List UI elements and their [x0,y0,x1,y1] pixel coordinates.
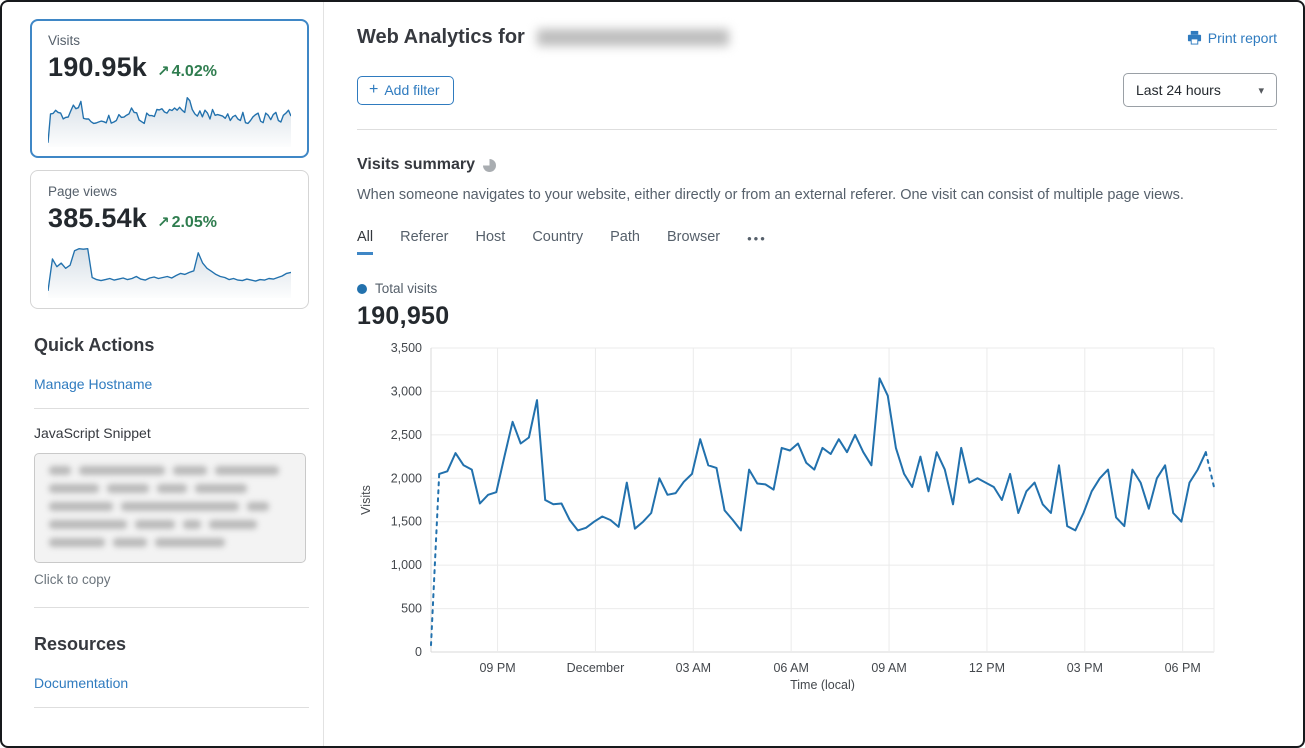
js-snippet-label: JavaScript Snippet [34,425,309,441]
legend-label: Total visits [375,281,437,296]
js-snippet-code-box[interactable] [34,453,306,563]
visits-summary-section: Visits summary When someone navigates to… [324,130,1303,696]
main-panel: Web Analytics for Print report + Add fil… [324,2,1303,746]
svg-text:03 PM: 03 PM [1067,661,1103,675]
metric-card-visits[interactable]: Visits 190.95k ↗4.02% [30,19,309,158]
chart-legend: Total visits [357,281,1277,296]
page-views-sparkline [48,240,291,298]
svg-text:December: December [567,661,625,675]
svg-text:0: 0 [415,645,422,659]
printer-icon [1187,30,1202,45]
svg-text:12 PM: 12 PM [969,661,1005,675]
total-visits-value: 190,950 [357,302,1277,331]
time-range-value: Last 24 hours [1136,82,1221,98]
tab-host[interactable]: Host [475,229,505,255]
trend-up-icon: ↗ [157,214,170,231]
main-header: Web Analytics for Print report + Add fil… [324,2,1303,130]
add-filter-button[interactable]: + Add filter [357,76,454,105]
time-range-dropdown[interactable]: Last 24 hours ▾ [1123,73,1277,107]
svg-text:03 AM: 03 AM [676,661,711,675]
help-icon[interactable] [483,159,496,172]
metric-card-page-views[interactable]: Page views 385.54k ↗2.05% [30,170,309,309]
visits-sparkline [48,89,291,147]
trend-up-icon: ↗ [157,63,170,80]
tab-browser[interactable]: Browser [667,229,720,255]
svg-text:Visits: Visits [359,485,373,515]
quick-actions-heading: Quick Actions [34,335,309,356]
documentation-link[interactable]: Documentation [34,675,309,691]
chevron-down-icon: ▾ [1258,84,1264,97]
divider [34,607,309,608]
add-filter-label: Add filter [384,82,439,98]
app-window: Visits 190.95k ↗4.02% Page views 385.54k… [0,0,1305,748]
more-tabs-icon[interactable]: ••• [747,231,767,253]
print-report-link[interactable]: Print report [1187,30,1277,46]
visits-card-change: ↗4.02% [157,62,217,81]
svg-text:09 AM: 09 AM [871,661,906,675]
svg-text:1,500: 1,500 [391,515,422,529]
visits-summary-description: When someone navigates to your website, … [357,187,1277,203]
divider [34,707,309,708]
sidebar: Visits 190.95k ↗4.02% Page views 385.54k… [2,2,324,746]
svg-text:09 PM: 09 PM [479,661,515,675]
page-views-card-value: 385.54k [48,203,147,234]
tab-country[interactable]: Country [532,229,583,255]
print-report-label: Print report [1208,30,1277,46]
tab-referer[interactable]: Referer [400,229,448,255]
tab-path[interactable]: Path [610,229,640,255]
page-views-card-label: Page views [48,184,291,199]
visits-chart[interactable]: 0 500 1,000 1,500 2,000 2,500 3,000 3,500 09 PM D… [357,341,1225,691]
plus-icon: + [369,82,378,98]
redacted-domain [537,29,729,46]
svg-text:06 PM: 06 PM [1165,661,1201,675]
dimension-tabs: All Referer Host Country Path Browser ••… [357,229,1277,255]
svg-text:2,500: 2,500 [391,428,422,442]
page-views-card-change: ↗2.05% [157,213,217,232]
svg-text:500: 500 [401,602,422,616]
page-title: Web Analytics for [357,26,729,49]
svg-text:3,000: 3,000 [391,384,422,398]
visits-card-label: Visits [48,33,291,48]
resources-heading: Resources [34,634,309,655]
svg-text:Time (local): Time (local) [790,678,855,691]
tab-all[interactable]: All [357,229,373,255]
svg-text:3,500: 3,500 [391,341,422,355]
visits-card-value: 190.95k [48,52,147,83]
svg-text:06 AM: 06 AM [773,661,808,675]
click-to-copy-hint: Click to copy [34,572,309,587]
divider [34,408,309,409]
manage-hostname-link[interactable]: Manage Hostname [34,376,309,392]
svg-text:1,000: 1,000 [391,558,422,572]
visits-summary-title: Visits summary [357,156,475,174]
svg-text:2,000: 2,000 [391,471,422,485]
legend-dot-icon [357,284,367,294]
